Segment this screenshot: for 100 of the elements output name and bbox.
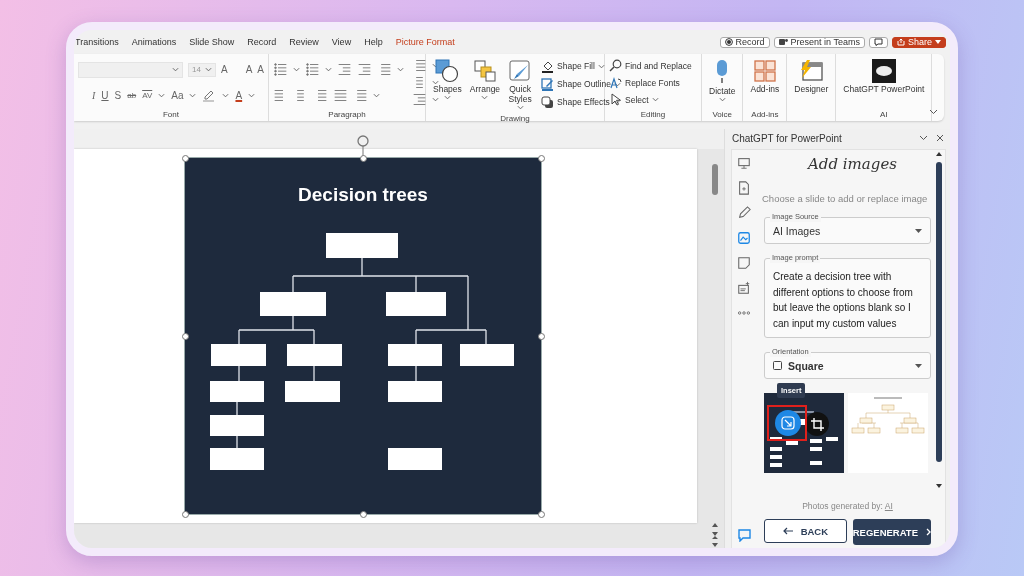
square-icon bbox=[773, 361, 782, 370]
pen-outline-icon bbox=[541, 77, 555, 91]
group-label: AI bbox=[880, 110, 888, 119]
scroll-arrows-icon[interactable] bbox=[711, 522, 719, 548]
underline-button[interactable]: U bbox=[101, 89, 109, 101]
replace-fonts-icon bbox=[609, 76, 622, 89]
sparkle-document-icon[interactable] bbox=[737, 281, 751, 295]
ribbon-tab[interactable]: View bbox=[331, 37, 352, 47]
caret-icon bbox=[935, 40, 941, 44]
caret-icon bbox=[325, 67, 332, 73]
scroll-down-icon[interactable] bbox=[935, 484, 942, 488]
font-color-button[interactable]: A bbox=[235, 89, 243, 101]
numbered-list-icon[interactable] bbox=[305, 62, 320, 78]
group-label: Paragraph bbox=[327, 109, 367, 121]
close-icon[interactable] bbox=[936, 134, 944, 142]
scrollbar-thumb[interactable] bbox=[712, 164, 718, 195]
caret-icon bbox=[373, 92, 380, 98]
caret-icon bbox=[248, 92, 256, 98]
clear-formatting-button[interactable]: A bbox=[257, 64, 264, 76]
quick-styles-button[interactable]: Quick Styles bbox=[505, 57, 536, 112]
presentation-icon[interactable] bbox=[737, 156, 751, 170]
bullet-list-icon[interactable] bbox=[273, 62, 288, 78]
justify-icon[interactable] bbox=[333, 87, 348, 103]
shapes-button[interactable]: Shapes bbox=[430, 57, 465, 112]
rotate-handle[interactable] bbox=[356, 135, 370, 157]
paint-bucket-icon bbox=[541, 59, 555, 73]
resize-handle[interactable] bbox=[181, 510, 189, 518]
insert-icon bbox=[781, 416, 795, 430]
shape-fill-button[interactable]: Shape Fill bbox=[541, 58, 621, 75]
record-button[interactable]: Record bbox=[719, 36, 770, 48]
dictate-button[interactable]: Dictate bbox=[706, 57, 739, 108]
caret-icon bbox=[516, 104, 524, 110]
share-button[interactable]: Share bbox=[891, 36, 946, 48]
highlighter-icon[interactable] bbox=[202, 88, 217, 102]
shape-outline-button[interactable]: Shape Outline bbox=[541, 76, 621, 93]
chat-icon[interactable] bbox=[737, 529, 751, 542]
chevron-down-icon[interactable] bbox=[919, 135, 928, 141]
resize-handle[interactable] bbox=[181, 154, 189, 162]
ribbon-tab[interactable]: Animations bbox=[131, 37, 177, 47]
back-button[interactable]: BACK bbox=[764, 519, 847, 543]
indent-icon[interactable] bbox=[357, 62, 372, 78]
smartart-icon[interactable] bbox=[412, 92, 427, 107]
increase-font-button[interactable]: A bbox=[221, 64, 241, 76]
caret-icon bbox=[205, 67, 212, 73]
pencil-icon[interactable] bbox=[737, 206, 751, 220]
italic-button[interactable]: I bbox=[92, 89, 96, 101]
ribbon-tab[interactable]: Review bbox=[289, 37, 319, 47]
group-label: Drawing bbox=[499, 112, 531, 125]
chatgpt-button[interactable]: ChatGPT PowerPoint bbox=[840, 57, 928, 108]
decrease-font-button[interactable]: A bbox=[245, 64, 253, 76]
resize-handle[interactable] bbox=[181, 332, 189, 340]
caret-icon bbox=[718, 96, 726, 102]
character-spacing-button[interactable]: AV bbox=[142, 90, 153, 100]
group-label: Voice bbox=[712, 110, 732, 119]
caret-icon bbox=[651, 97, 659, 102]
designer-button[interactable]: Designer bbox=[791, 57, 832, 108]
group-label: Add-ins bbox=[751, 110, 779, 119]
arrange-icon bbox=[472, 59, 497, 83]
addins-button[interactable]: Add-ins bbox=[747, 57, 783, 108]
caret-icon bbox=[293, 67, 300, 73]
caret-icon bbox=[172, 67, 179, 73]
ribbon-tab[interactable]: Record bbox=[247, 37, 277, 47]
image-title: Decision trees bbox=[297, 184, 429, 206]
arrange-button[interactable]: Arrange bbox=[466, 57, 504, 112]
outdent-icon[interactable] bbox=[337, 62, 352, 78]
document-icon[interactable] bbox=[737, 181, 751, 195]
resize-handle[interactable] bbox=[537, 510, 545, 518]
ribbon-tab[interactable]: Help bbox=[364, 37, 383, 47]
ai-link[interactable]: AI bbox=[884, 501, 893, 511]
crop-icon bbox=[810, 417, 824, 431]
grid-icon bbox=[752, 59, 777, 83]
strikethrough-button[interactable]: ab bbox=[127, 90, 137, 100]
slide[interactable]: Decision trees bbox=[74, 149, 697, 523]
collapse-ribbon-icon[interactable] bbox=[929, 109, 938, 115]
pane-title: ChatGPT for PowerPoint bbox=[732, 132, 843, 144]
caret-icon bbox=[397, 67, 404, 73]
scroll-up-icon[interactable] bbox=[935, 152, 942, 156]
share-icon bbox=[896, 38, 905, 46]
ribbon-tab[interactable]: Slide Show bbox=[189, 37, 235, 47]
teams-icon bbox=[778, 38, 788, 46]
shadow-button[interactable]: S bbox=[114, 89, 122, 101]
regenerate-button[interactable]: REGENERATE bbox=[852, 519, 931, 545]
resize-handle[interactable] bbox=[359, 510, 367, 518]
note-icon[interactable] bbox=[737, 256, 751, 270]
caret-icon bbox=[915, 363, 922, 368]
resize-handle[interactable] bbox=[537, 332, 545, 340]
group-label: Font bbox=[162, 109, 180, 121]
shapes-icon bbox=[435, 59, 460, 83]
ribbon-tab[interactable]: Picture Format bbox=[395, 37, 455, 47]
font-name-field[interactable] bbox=[78, 61, 183, 78]
caret-icon bbox=[222, 92, 230, 98]
ribbon-tab[interactable]: Transitions bbox=[75, 37, 119, 47]
present-in-teams-button[interactable]: Present in Teams bbox=[773, 36, 865, 48]
comments-button[interactable] bbox=[868, 36, 888, 48]
image-icon[interactable] bbox=[737, 231, 751, 245]
change-case-button[interactable]: Aa bbox=[171, 89, 184, 101]
resize-handle[interactable] bbox=[359, 154, 367, 162]
resize-handle[interactable] bbox=[537, 154, 545, 162]
instruction-text: Choose a slide to add or replace image bbox=[762, 193, 929, 204]
brush-icon bbox=[508, 59, 533, 83]
